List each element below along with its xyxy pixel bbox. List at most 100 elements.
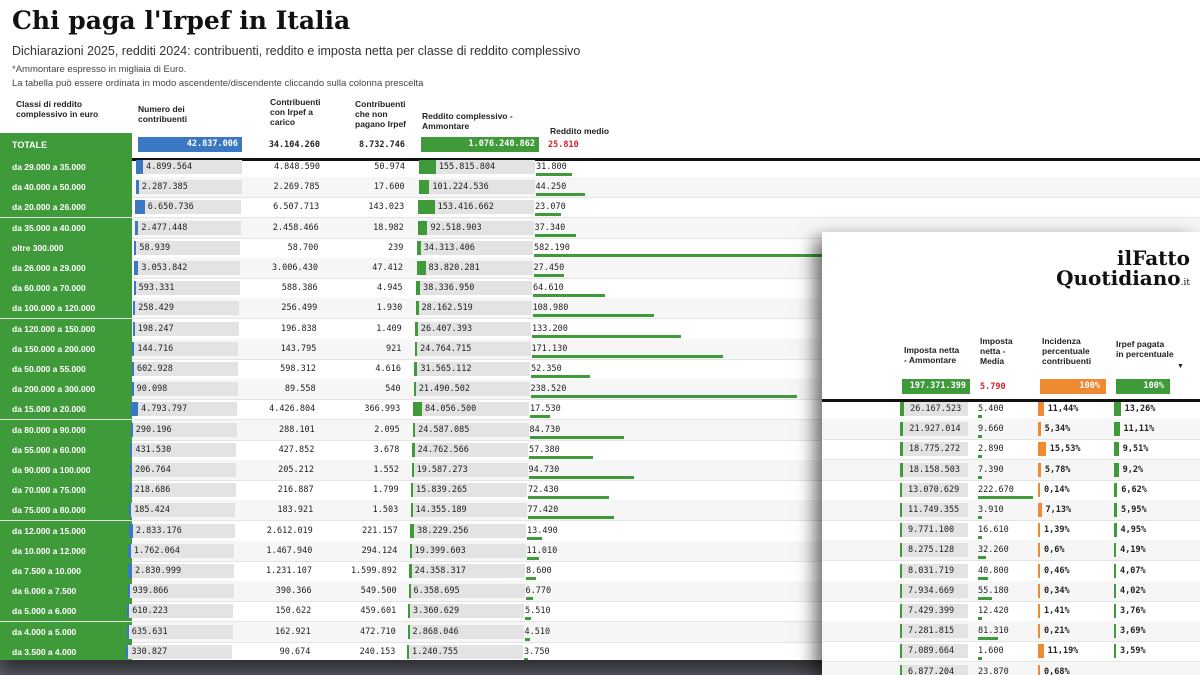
header-irpef-percentuale[interactable]: Irpef pagata in percentuale — [1116, 339, 1174, 359]
header-classi[interactable]: Classi di reddito complessivo in euro — [16, 99, 116, 119]
reddito-medio-value: 238.520 — [530, 384, 567, 395]
reddito-medio-line — [533, 274, 565, 277]
inset-table-row[interactable]: 7.934.669 55.180 0,34% 4,02% — [822, 580, 1200, 602]
income-class-label: da 50.000 a 55.000 — [0, 359, 132, 379]
income-class-label: da 100.000 a 120.000 — [0, 298, 132, 319]
reddito-medio-line — [532, 334, 681, 338]
con-irpef-value: 390.366 — [275, 586, 312, 597]
inset-table-row[interactable]: 26.167.523 5.400 11,44% 13,26% — [822, 399, 1200, 420]
reddito-medio-value: 84.730 — [529, 424, 561, 435]
numero-bar-track: 939.866 — [127, 584, 234, 599]
header-reddito-ammontare[interactable]: Reddito complessivo - Ammontare — [422, 111, 532, 131]
income-class-label: da 90.000 a 100.000 — [0, 460, 132, 480]
inset-table-row[interactable]: 7.281.815 81.310 0,21% 3,69% — [822, 621, 1200, 643]
numero-bar-fill — [134, 220, 139, 235]
non-pagano-value: 3.678 — [373, 444, 400, 455]
numero-bar-fill — [128, 564, 133, 578]
reddito-medio-value: 27.450 — [533, 263, 565, 273]
inset-table-row[interactable]: 8.275.128 32.260 0,6% 4,19% — [822, 540, 1200, 562]
inset-table-row[interactable]: 9.771.100 16.610 1,39% 4,95% — [822, 520, 1200, 542]
inset-table-row[interactable]: 18.775.272 2.890 15,53% 9,51% — [822, 439, 1200, 461]
reddito-value: 155.815.804 — [438, 162, 496, 172]
inset-total-amm-bar: 197.371.399 — [902, 379, 970, 394]
inset-table-row[interactable]: 6.877.204 23.870 0,68% — [822, 661, 1200, 675]
reddito-medio-line — [524, 657, 528, 660]
reddito-medio-line — [528, 496, 609, 500]
income-class-label: da 29.000 a 35.000 — [0, 157, 132, 177]
con-irpef-value: 89.558 — [284, 384, 316, 395]
non-pagano-value: 1.930 — [376, 303, 403, 314]
numero-bar-track: 258.429 — [133, 301, 240, 316]
reddito-value: 21.490.502 — [418, 384, 470, 395]
numero-bar-fill — [130, 442, 133, 457]
incidenza-bar — [1038, 624, 1040, 639]
reddito-value: 101.224.536 — [432, 182, 489, 193]
non-pagano-value: 2.095 — [374, 424, 400, 435]
non-pagano-value: 1.552 — [373, 465, 399, 475]
reddito-medio-line — [527, 516, 614, 520]
irpef-pct-value: 11,11% — [1123, 424, 1155, 435]
numero-bar-track: 218.686 — [129, 483, 236, 498]
numero-bar-fill — [136, 160, 144, 174]
income-class-label: da 75.000 a 80.000 — [0, 500, 132, 521]
inset-table-row[interactable]: 13.070.629 222.670 0,14% 6,62% — [822, 480, 1200, 501]
sort-descending-icon[interactable]: ▼ — [1177, 363, 1184, 370]
non-pagano-value: 18.982 — [373, 222, 404, 233]
reddito-value: 34.313.406 — [423, 242, 475, 253]
incidenza-value: 1,39% — [1044, 525, 1070, 536]
non-pagano-value: 472.710 — [359, 626, 396, 637]
imposta-media-line — [978, 576, 989, 580]
imposta-media-value: 9.660 — [978, 424, 1004, 435]
imposta-bar-track: 26.167.523 — [900, 402, 968, 416]
irpef-pct-bar — [1114, 523, 1117, 538]
inset-table-row[interactable]: 8.031.719 40.800 0,46% 4,07% — [822, 561, 1200, 582]
numero-value: 2.477.448 — [141, 222, 188, 233]
numero-value: 90.098 — [136, 384, 168, 395]
header-imposta-media[interactable]: Imposta netta - Media — [980, 336, 1030, 366]
reddito-medio-value: 11.010 — [526, 545, 558, 556]
table-row[interactable]: da 40.000 a 50.000 2.287.385 2.269.785 17.6… — [0, 177, 1200, 199]
numero-value: 290.196 — [135, 424, 172, 435]
reddito-medio-line — [529, 455, 594, 459]
numero-bar-track: 431.530 — [130, 442, 237, 457]
con-irpef-value: 2.458.466 — [272, 222, 319, 233]
non-pagano-value: 459.601 — [360, 606, 397, 617]
reddito-value: 24.762.566 — [417, 444, 469, 455]
imposta-media-value: 23.870 — [978, 666, 1009, 675]
inset-table-row[interactable]: 18.158.503 7.390 5,78% 9,2% — [822, 459, 1200, 481]
inset-sheet: ilFatto Quotidiano.it Imposta netta - Am… — [822, 232, 1200, 675]
table-row[interactable]: da 20.000 a 26.000 6.650.736 6.507.713 143.… — [0, 197, 1200, 219]
header-non-pagano[interactable]: Contribuenti che non pagano Irpef — [355, 99, 410, 129]
reddito-bar-fill — [409, 564, 412, 578]
inset-table-row[interactable]: 11.749.355 3.910 7,13% 5,95% — [822, 500, 1200, 521]
reddito-medio-value: 3.750 — [524, 646, 550, 657]
incidenza-value: 0,21% — [1044, 626, 1070, 637]
header-numero[interactable]: Numero dei contribuenti — [138, 104, 208, 124]
income-class-label: da 80.000 a 90.000 — [0, 419, 132, 440]
header-con-irpef[interactable]: Contribuenti con Irpef a carico — [270, 97, 330, 127]
irpef-pct-bar — [1114, 503, 1117, 517]
imposta-media-value: 222.670 — [978, 484, 1014, 495]
numero-value: 2.287.385 — [141, 182, 188, 193]
inset-table-row[interactable]: 21.927.014 9.660 5,34% 11,11% — [822, 419, 1200, 441]
incidenza-bar — [1038, 523, 1040, 538]
non-pagano-value: 1.599.892 — [350, 566, 397, 576]
irpef-pct-value: 4,95% — [1120, 525, 1147, 536]
inset-table-row[interactable]: 7.429.399 12.420 1,41% 3,76% — [822, 601, 1200, 622]
inset-table-row[interactable]: 7.089.664 1.600 11,19% 3,59% — [822, 641, 1200, 663]
con-irpef-value: 1.467.940 — [266, 545, 313, 556]
reddito-medio-line — [535, 193, 585, 197]
reddito-bar-fill — [412, 442, 415, 457]
con-irpef-value: 588.386 — [281, 283, 318, 294]
numero-value: 330.827 — [131, 646, 168, 657]
imposta-bar-fill — [900, 624, 902, 639]
header-incidenza[interactable]: Incidenza percentuale contribuenti — [1042, 336, 1112, 366]
imposta-bar-fill — [900, 462, 903, 477]
reddito-bar-track: 15.839.265 — [411, 483, 527, 498]
numero-bar-track: 2.830.999 — [128, 564, 234, 578]
imposta-media-line — [978, 495, 1033, 499]
numero-bar-fill — [135, 200, 145, 215]
imposta-media-value: 81.310 — [978, 626, 1009, 637]
header-imposta-ammontare[interactable]: Imposta netta - Ammontare — [904, 345, 964, 365]
table-row[interactable]: da 29.000 a 35.000 4.899.564 4.848.590 50.9… — [0, 157, 1200, 178]
